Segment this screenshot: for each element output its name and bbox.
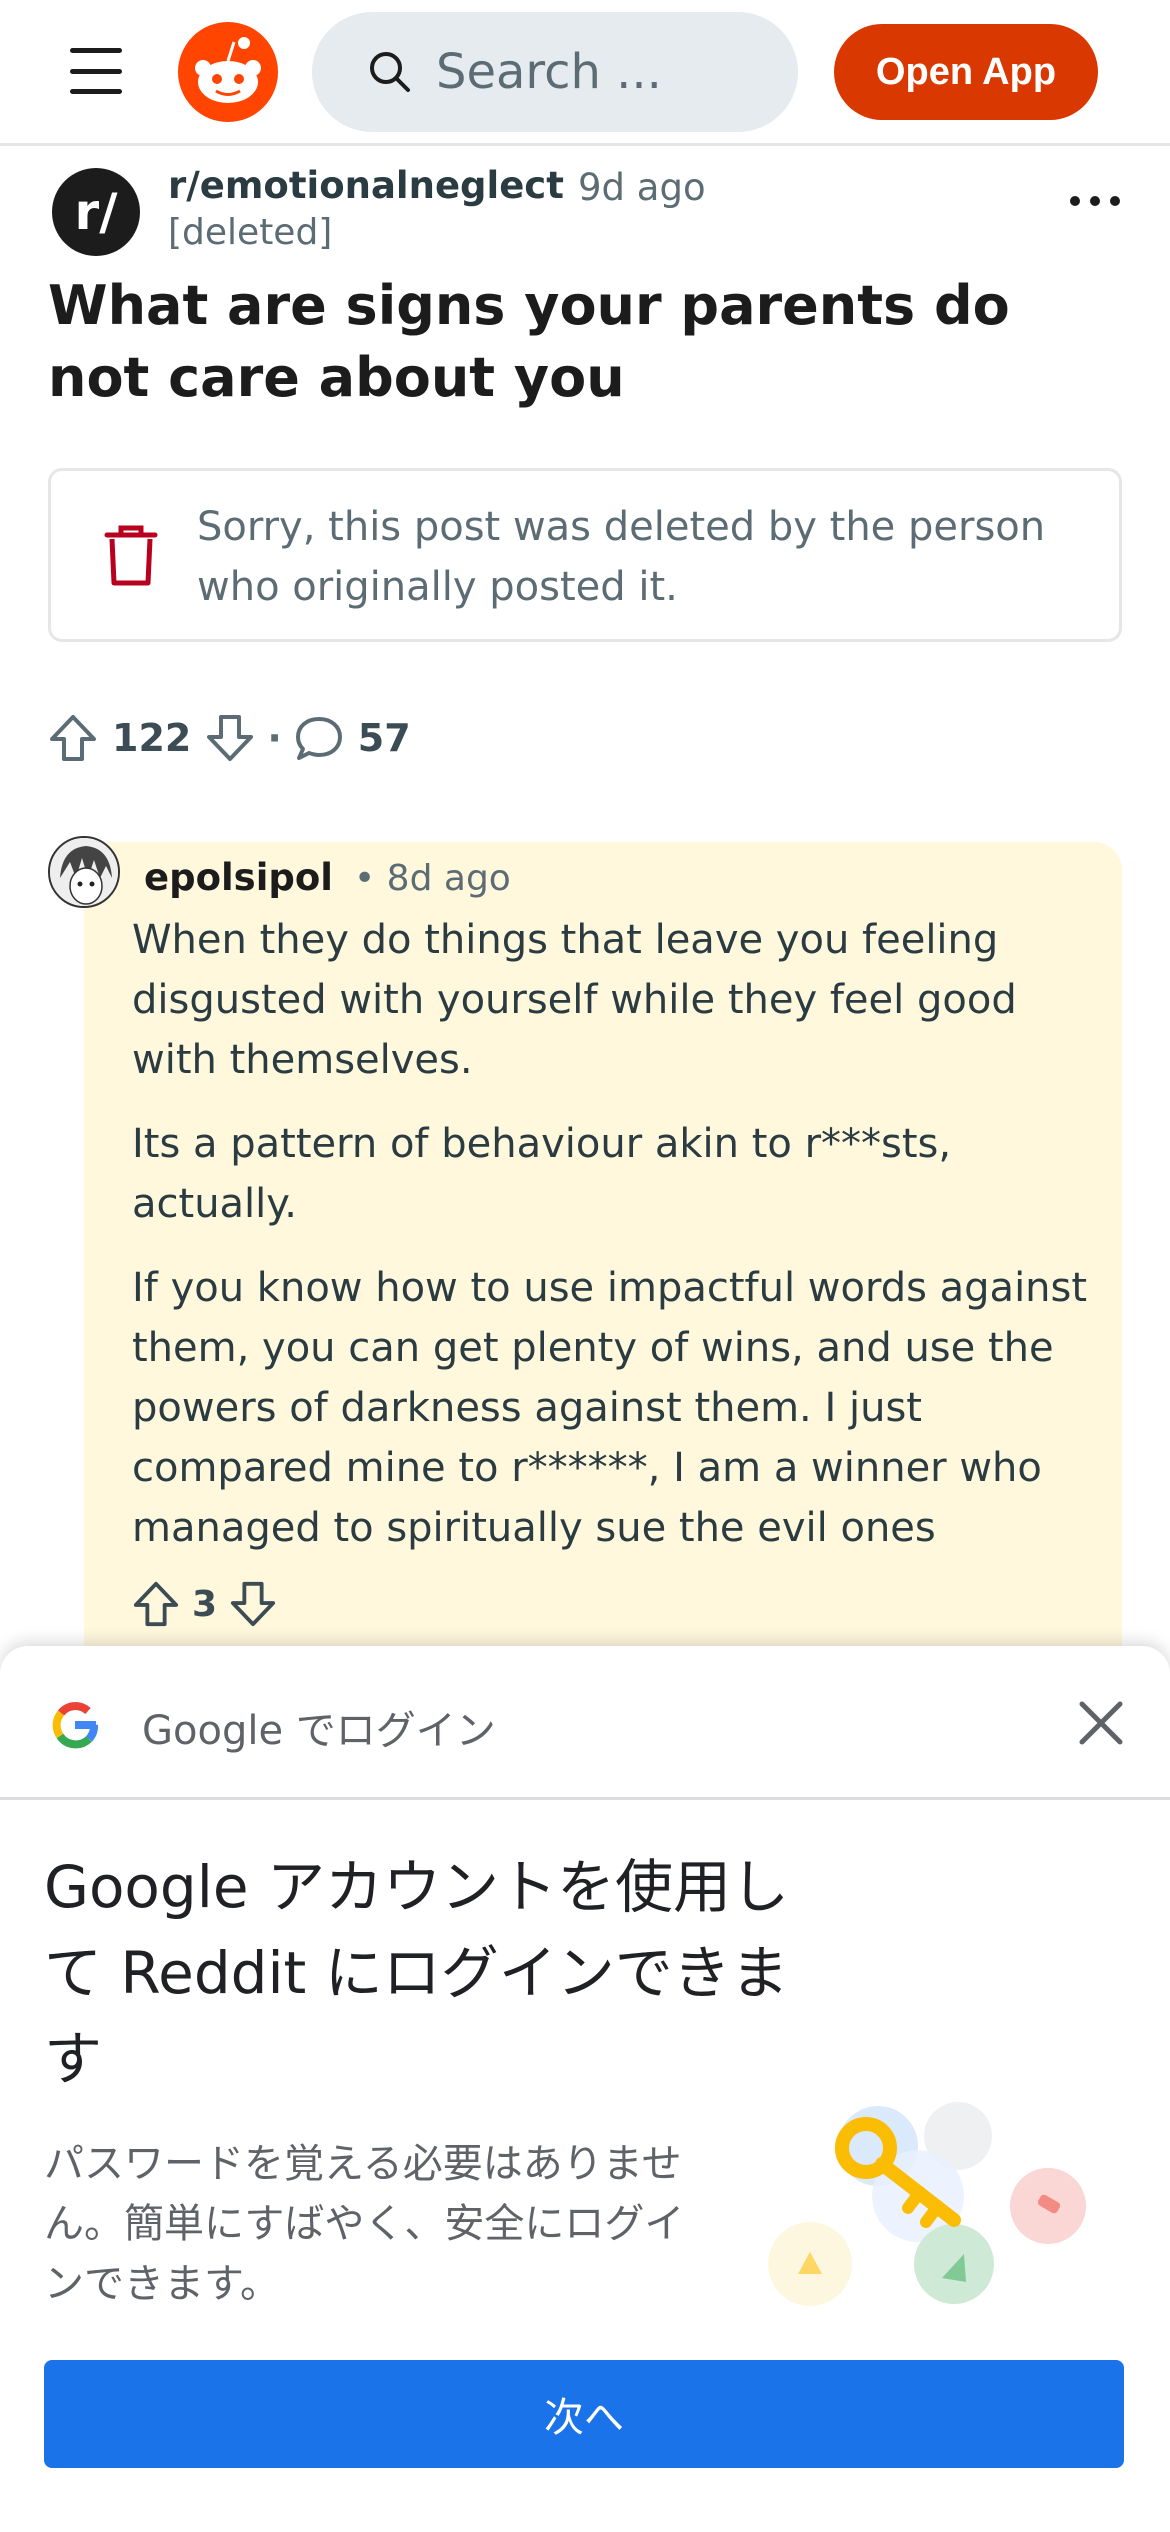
subreddit-avatar[interactable]: r/ [52, 168, 140, 256]
search-icon [370, 52, 410, 92]
comment-paragraph: If you know how to use impactful words a… [132, 1265, 1088, 1551]
google-sheet-title: Google アカウントを使用して Reddit にログインできます [44, 1853, 789, 2093]
upvote-icon[interactable] [132, 1580, 180, 1628]
more-icon[interactable] [1070, 196, 1120, 208]
comment-icon[interactable] [294, 713, 344, 763]
google-sheet-description: パスワードを覚える必要はありません。簡単にすばやく、安全にログインできます。 [44, 2141, 685, 2307]
subreddit-link[interactable]: r/emotionalneglect [168, 164, 564, 207]
post-title: What are signs your parents do not care … [48, 274, 1010, 409]
post-actions: 122 · 57 [48, 710, 425, 766]
close-icon[interactable] [1076, 1698, 1126, 1748]
menu-icon[interactable] [70, 48, 122, 94]
comment-age: • 8d ago [354, 858, 511, 899]
comment-paragraph: When they do things that leave you feeli… [132, 917, 1017, 1083]
google-sheet-header: Google でログイン [0, 1646, 1170, 1800]
open-app-button[interactable]: Open App [834, 24, 1098, 120]
deleted-notice-text: Sorry, this post was deleted by the pers… [197, 504, 1046, 610]
downvote-icon[interactable] [205, 713, 255, 763]
search-input[interactable]: Search ... [312, 12, 798, 132]
google-logo-icon [52, 1702, 98, 1749]
upvote-count: 122 [112, 716, 192, 760]
google-next-button[interactable]: 次へ [44, 2360, 1124, 2468]
comment-vote-count: 3 [192, 1583, 218, 1625]
comment-paragraph: Its a pattern of behaviour akin to r***s… [132, 1121, 952, 1227]
upvote-icon[interactable] [48, 713, 98, 763]
comment-actions: 3 [132, 1580, 277, 1628]
comment-body: When they do things that leave you feeli… [132, 910, 1112, 1582]
post-age: 9d ago [578, 166, 706, 209]
google-signin-sheet: Google でログイン Google アカウントを使用して Reddit にロ… [0, 1646, 1170, 2532]
trash-icon [104, 525, 158, 586]
comment-avatar[interactable] [48, 836, 120, 908]
reddit-logo-icon[interactable] [178, 22, 278, 122]
search-placeholder: Search ... [436, 44, 662, 100]
comment-username[interactable]: epolsipol [144, 856, 333, 899]
top-header: Search ... Open App [0, 0, 1170, 146]
separator: · [267, 716, 282, 760]
comment-count: 57 [357, 716, 411, 760]
deleted-notice: Sorry, this post was deleted by the pers… [48, 468, 1122, 642]
key-illustration-icon [768, 2102, 1086, 2306]
post-author: [deleted] [168, 212, 333, 253]
google-sheet-header-text: Google でログイン [142, 1708, 496, 1754]
downvote-icon[interactable] [229, 1580, 277, 1628]
